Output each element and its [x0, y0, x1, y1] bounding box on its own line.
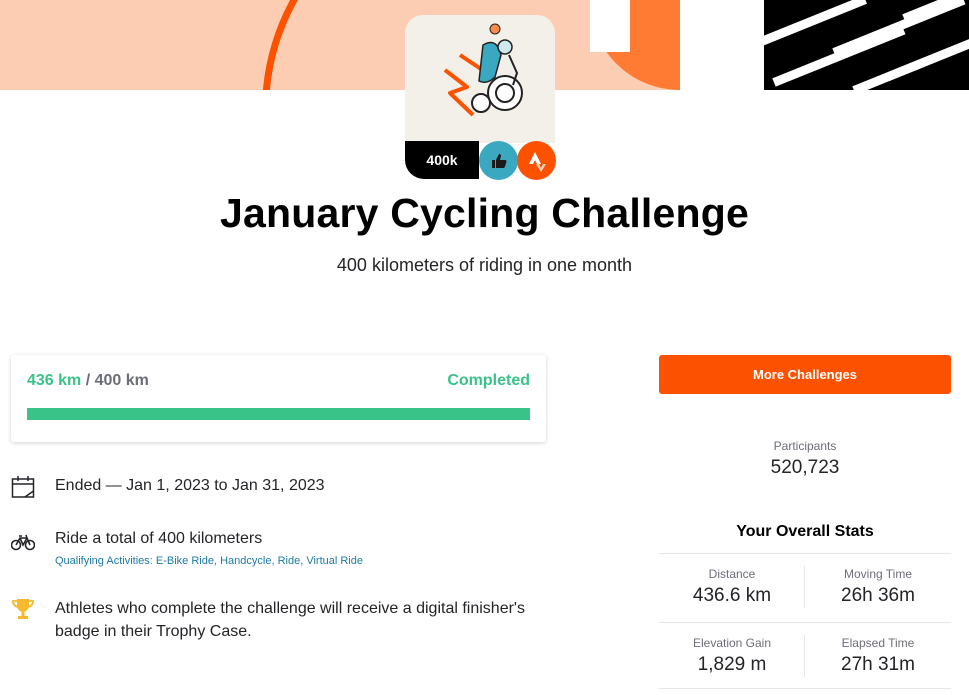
participants-count: 520,723: [770, 457, 840, 478]
qualifying-label: Qualifying Activities:: [55, 555, 153, 567]
challenge-badge: 400k: [405, 15, 557, 180]
qualifying-item: Handcycle: [220, 555, 272, 567]
stats-grid: Distance 436.6 km Moving Time 26h 36m El…: [659, 553, 951, 689]
progress-separator: /: [81, 372, 95, 389]
stats-row: Distance 436.6 km Moving Time 26h 36m: [659, 554, 951, 622]
page-subtitle: 400 kilometers of riding in one month: [336, 255, 633, 275]
progress-bar-fill: [27, 408, 530, 420]
calendar-icon: [11, 476, 35, 498]
stat-label: Moving Time: [843, 567, 913, 581]
stats-title: Your Overall Stats: [736, 523, 874, 540]
stats-row: Elevation Gain 1,829 m Elapsed Time 27h …: [659, 622, 951, 690]
goal-row: Ride a total of 400 kilometers Qualifyin…: [11, 530, 551, 574]
stat-value: 1,829 m: [697, 654, 767, 675]
thumbs-up-icon: [479, 141, 518, 180]
challenge-dates: Ended — Jan 1, 2023 to Jan 31, 2023: [55, 477, 325, 494]
stat-elevation-gain: Elevation Gain 1,829 m: [659, 623, 805, 691]
date-row: Ended — Jan 1, 2023 to Jan 31, 2023: [11, 475, 551, 501]
reward-row: Athletes who complete the challenge will…: [11, 597, 551, 647]
progress-current: 436 km: [27, 372, 82, 389]
stat-elapsed-time: Elapsed Time 27h 31m: [805, 623, 951, 691]
stat-label: Elevation Gain: [692, 636, 772, 650]
participants-label: Participants: [773, 439, 837, 453]
stat-label: Distance: [708, 567, 756, 581]
qualifying-item: Ride: [277, 555, 301, 567]
page-title: January Cycling Challenge: [219, 190, 750, 236]
banner-black-stripes: [764, 0, 969, 90]
stat-moving-time: Moving Time 26h 36m: [805, 554, 951, 622]
trophy-icon: [12, 599, 34, 619]
badge-goal-pill: 400k: [405, 141, 479, 179]
more-challenges-button[interactable]: More Challenges: [659, 355, 951, 394]
progress-card: 436 km / 400 km Completed: [11, 355, 546, 442]
qualifying-item: E-Bike Ride: [155, 555, 214, 567]
cyclist-illustration: [405, 15, 555, 143]
goal-text: Ride a total of 400 kilometers: [55, 530, 263, 547]
progress-status: Completed: [447, 372, 530, 389]
reward-text: Athletes who complete the challenge will…: [55, 600, 525, 640]
stat-distance: Distance 436.6 km: [659, 554, 805, 622]
progress-bar: [27, 408, 530, 420]
stat-value: 27h 31m: [841, 654, 915, 675]
stat-label: Elapsed Time: [841, 636, 915, 650]
banner-white-block: [590, 0, 630, 52]
strava-logo-icon: [517, 141, 556, 180]
qualifying-activities: Qualifying Activities: E-Bike Ride, Hand…: [55, 555, 363, 567]
progress-goal: 400 km: [94, 372, 149, 389]
stat-value: 436.6 km: [692, 585, 772, 606]
qualifying-item: Virtual Ride: [306, 555, 363, 567]
stat-value: 26h 36m: [841, 585, 915, 606]
bike-icon: [11, 534, 35, 551]
progress-distance: 436 km / 400 km: [27, 372, 149, 390]
